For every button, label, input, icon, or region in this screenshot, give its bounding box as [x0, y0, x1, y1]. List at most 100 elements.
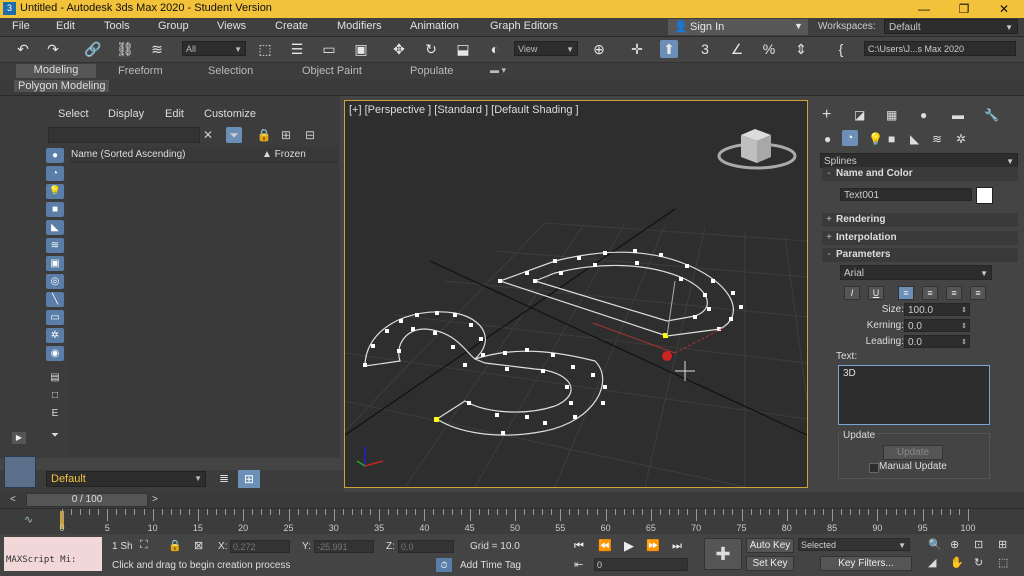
time-tag-icon[interactable]: ⏱ — [436, 558, 452, 572]
tab-selection[interactable]: Selection — [208, 65, 253, 77]
link-icon[interactable]: 🔗 — [84, 40, 102, 58]
add-time-tag[interactable]: Add Time Tag — [460, 560, 521, 571]
containers-filter-icon[interactable]: ▭ — [46, 310, 64, 325]
close-icon[interactable]: ✕ — [984, 0, 1024, 18]
redo-icon[interactable]: ↷ — [44, 40, 62, 58]
next-frame-icon[interactable]: > — [152, 494, 164, 506]
object-color-swatch[interactable] — [976, 187, 993, 204]
layer-explorer-icon[interactable]: ⊞ — [238, 470, 260, 488]
menu-modifiers[interactable]: Modifiers — [337, 20, 382, 32]
explorer-list[interactable] — [70, 146, 338, 456]
hierarchy-tab-icon[interactable]: ▦ — [886, 108, 897, 122]
systems-category-icon[interactable]: ✲ — [956, 132, 966, 146]
column-frozen[interactable]: ▲ Frozen — [262, 149, 306, 160]
bones-filter-icon[interactable]: ╲ — [46, 292, 64, 307]
prev-frame-icon[interactable]: < — [10, 494, 22, 506]
lights-filter-icon[interactable]: 💡 — [46, 184, 64, 199]
tab-object-paint[interactable]: Object Paint — [302, 65, 362, 77]
display-none-icon[interactable]: □ — [46, 388, 64, 403]
menu-animation[interactable]: Animation — [410, 20, 459, 32]
zoom-icon[interactable]: 🔍 — [928, 538, 942, 551]
rollout-rendering[interactable]: + Rendering — [822, 213, 1018, 227]
unlink-icon[interactable]: ⛓ — [116, 40, 134, 58]
zoom-extents-all-icon[interactable]: ⊞ — [998, 538, 1007, 551]
set-key-button[interactable]: Set Key — [746, 556, 794, 571]
auto-key-button[interactable]: Auto Key — [746, 538, 794, 553]
menu-views[interactable]: Views — [217, 20, 246, 32]
move-icon[interactable]: ✥ — [390, 40, 408, 58]
select-by-name-icon[interactable]: ☰ — [288, 40, 306, 58]
zoom-extents-icon[interactable]: ⊡ — [974, 538, 983, 551]
align-left-button[interactable]: ≡ — [898, 286, 914, 300]
lights-category-icon[interactable]: 💡 — [868, 132, 883, 146]
expand-arrow-icon[interactable]: ▶ — [12, 432, 26, 444]
x-coordinate-field[interactable]: 0.272 — [230, 540, 290, 553]
sign-in-button[interactable]: 👤 Sign In ▼ — [668, 19, 808, 35]
set-keys-icon[interactable]: ✚ — [704, 538, 742, 570]
rollout-name-color[interactable]: - Name and Color — [822, 167, 1018, 181]
select-object-icon[interactable]: ⬚ — [256, 40, 274, 58]
rotate-icon[interactable]: ↻ — [422, 40, 440, 58]
column-name[interactable]: Name (Sorted Ascending) — [71, 149, 186, 160]
object-name-input[interactable]: Text001 — [840, 188, 972, 201]
shapes-category-icon[interactable]: ◔ — [842, 130, 858, 146]
align-center-button[interactable]: ≡ — [922, 286, 938, 300]
helpers-category-icon[interactable]: ◣ — [910, 132, 919, 146]
hierarchy-icon[interactable]: ⊞ — [278, 127, 294, 143]
key-mode-icon[interactable]: ⇤ — [574, 558, 583, 571]
rectangular-selection-icon[interactable]: ▭ — [320, 40, 338, 58]
orbit-icon[interactable]: ↻ — [974, 556, 983, 569]
undo-icon[interactable]: ↶ — [14, 40, 32, 58]
rollout-parameters[interactable]: - Parameters — [822, 248, 1018, 262]
select-manipulate-icon[interactable]: ✛ — [628, 40, 646, 58]
funnel-icon[interactable]: ⏷ — [46, 428, 64, 443]
reference-coordinate-select[interactable]: View ▼ — [514, 41, 578, 56]
filter-icon[interactable]: ⏷ — [226, 127, 242, 143]
key-filters-button[interactable]: Key Filters... — [820, 556, 912, 571]
invert-display-icon[interactable]: E — [46, 406, 64, 421]
leading-spinner[interactable]: 0.0 ⇕ — [904, 335, 970, 348]
clear-search-icon[interactable]: ✕ — [200, 127, 216, 143]
tab-freeform[interactable]: Freeform — [118, 65, 163, 77]
utilities-tab-icon[interactable]: 🔧 — [984, 108, 999, 122]
justify-button[interactable]: ≡ — [970, 286, 986, 300]
keyboard-shortcut-override-icon[interactable]: ⬆ — [660, 40, 678, 58]
scale-icon[interactable]: ⬓ — [454, 40, 472, 58]
absolute-mode-icon[interactable]: ⊠ — [194, 539, 203, 552]
maxscript-listener[interactable]: MAXScript Mi: — [4, 537, 102, 571]
explorer-menu-customize[interactable]: Customize — [204, 108, 256, 120]
selection-filter-select[interactable]: All ▼ — [182, 41, 246, 56]
explorer-menu-edit[interactable]: Edit — [165, 108, 184, 120]
menu-edit[interactable]: Edit — [56, 20, 75, 32]
pivot-center-icon[interactable]: ⊕ — [590, 40, 608, 58]
angle-snap-icon[interactable]: ∠ — [728, 40, 746, 58]
update-button[interactable]: Update — [883, 445, 943, 460]
project-path-field[interactable]: C:\Users\J...s Max 2020 — [864, 41, 1016, 56]
explorer-search-input[interactable] — [48, 127, 200, 143]
z-coordinate-field[interactable]: 0.0 — [398, 540, 454, 553]
isolate-selection-icon[interactable]: ⛶ — [140, 539, 148, 552]
tab-modeling[interactable]: Modeling — [16, 64, 96, 78]
groups-filter-icon[interactable]: ▣ — [46, 256, 64, 271]
window-crossing-icon[interactable]: ▣ — [352, 40, 370, 58]
display-tab-icon[interactable]: ▬ — [952, 108, 964, 122]
named-selection-icon[interactable]: { — [832, 40, 850, 58]
shapes-filter-icon[interactable]: ◔ — [46, 166, 64, 181]
go-to-end-icon[interactable]: ⏭ — [668, 538, 686, 554]
spacewarps-filter-icon[interactable]: ≋ — [46, 238, 64, 253]
menu-tools[interactable]: Tools — [104, 20, 130, 32]
motion-tab-icon[interactable]: ● — [920, 108, 927, 122]
current-frame-field[interactable]: 0 — [594, 558, 688, 571]
particles-filter-icon[interactable]: ✲ — [46, 328, 64, 343]
maximize-viewport-icon[interactable]: ⬚ — [998, 556, 1008, 569]
create-tab-icon[interactable]: + — [822, 106, 831, 124]
spacewarps-category-icon[interactable]: ≋ — [932, 132, 942, 146]
size-spinner[interactable]: 100.0 ⇕ — [904, 303, 970, 316]
layer-icon[interactable]: ⊟ — [302, 127, 318, 143]
helpers-filter-icon[interactable]: ◣ — [46, 220, 64, 235]
align-right-button[interactable]: ≡ — [946, 286, 962, 300]
previous-key-icon[interactable]: ⏪ — [596, 538, 614, 554]
tab-populate[interactable]: Populate — [410, 65, 453, 77]
explorer-mode-icon[interactable] — [4, 456, 36, 488]
xrefs-filter-icon[interactable]: ◎ — [46, 274, 64, 289]
